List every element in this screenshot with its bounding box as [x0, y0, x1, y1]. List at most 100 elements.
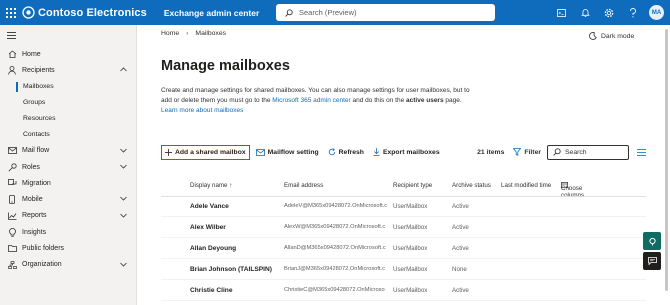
sidebar-item-label: Reports — [22, 212, 47, 220]
email-cell: AllanD@M365x09428072.OnMicrosoft.c — [284, 245, 386, 251]
search-placeholder: Search — [565, 148, 587, 156]
table-header: Display name ↑ Email address Recipient t… — [161, 179, 646, 199]
add-icon — [165, 148, 172, 156]
column-header-display-name[interactable]: Display name ↑ — [190, 182, 232, 189]
sidebar-item-recipients[interactable]: Recipients — [0, 62, 136, 78]
column-header-recipient-type[interactable]: Recipient type — [393, 182, 432, 189]
sidebar-item-groups[interactable]: Groups — [0, 95, 136, 111]
sidebar-item-mailboxes[interactable]: Mailboxes — [0, 79, 136, 95]
table-row[interactable]: Allan Deyoung AllanD@M365x09428072.OnMic… — [161, 239, 646, 259]
table-row[interactable]: Alex Wilber AlexW@M365x09428072.OnMicros… — [161, 218, 646, 238]
sidebar-item-insights[interactable]: Insights — [0, 224, 136, 240]
user-avatar[interactable]: MA — [649, 5, 664, 20]
sidebar-item-reports[interactable]: Reports — [0, 208, 136, 224]
learn-more-link[interactable]: Learn more about mailboxes — [161, 107, 243, 114]
mailbox-search-input[interactable]: Search — [547, 144, 629, 160]
export-mailboxes-label: Export mailboxes — [382, 148, 440, 156]
feedback-button[interactable] — [643, 252, 661, 270]
column-header-archive-status[interactable]: Archive status — [452, 182, 491, 189]
settings-icon[interactable] — [597, 0, 621, 25]
global-search-input[interactable]: Search (Preview) — [276, 4, 495, 21]
organization-icon — [2, 260, 22, 269]
sidebar-item-home[interactable]: Home — [0, 46, 136, 62]
display-name-cell[interactable]: Allan Deyoung — [190, 245, 236, 252]
notifications-icon[interactable] — [573, 0, 597, 25]
sidebar-item-label: Migration — [22, 179, 51, 187]
dark-mode-toggle[interactable]: Dark mode — [589, 32, 634, 40]
sidebar-item-migration[interactable]: Migration — [0, 175, 136, 191]
support-icon — [648, 237, 656, 245]
app-name[interactable]: Exchange admin center — [164, 8, 259, 18]
table-row[interactable]: Brian Johnson (TAILSPIN) BrianJ@M365x094… — [161, 260, 646, 280]
chart-icon — [2, 212, 22, 220]
sidebar-item-mobile[interactable]: Mobile — [0, 191, 136, 207]
hamburger-menu-icon[interactable] — [7, 32, 16, 39]
row-divider — [161, 216, 646, 217]
email-cell: ChristieC@M365x09428072.OnMicroso — [284, 287, 385, 293]
email-cell: AdeleV@M365x09428072.OnMicrosoft.c — [284, 203, 387, 209]
display-name-cell[interactable]: Alex Wilber — [190, 224, 226, 231]
table-row[interactable]: Christie Cline ChristieC@M365x09428072.O… — [161, 281, 646, 301]
table-row[interactable]: Adele Vance AdeleV@M365x09428072.OnMicro… — [161, 197, 646, 217]
add-shared-mailbox-label: Add a shared mailbox — [175, 148, 246, 156]
page-title: Manage mailboxes — [161, 58, 290, 74]
scrollbar-thumb[interactable] — [665, 29, 668, 291]
chevron-down-icon — [120, 148, 127, 153]
refresh-label: Refresh — [338, 148, 364, 156]
sidebar-item-contacts[interactable]: Contacts — [0, 127, 136, 143]
view-options-icon[interactable] — [637, 148, 646, 156]
search-placeholder: Search (Preview) — [299, 8, 357, 17]
sidebar-item-label: Recipients — [22, 66, 55, 74]
vertical-scrollbar[interactable] — [663, 25, 670, 305]
column-header-email[interactable]: Email address — [284, 182, 323, 189]
sidebar-item-mail-flow[interactable]: Mail flow — [0, 143, 136, 159]
sidebar-item-label: Roles — [22, 163, 40, 171]
recipient-type-cell: UserMailbox — [393, 203, 428, 210]
export-mailboxes-button[interactable]: Export mailboxes — [370, 144, 443, 160]
chevron-down-icon — [120, 213, 127, 218]
mail-icon — [2, 147, 22, 155]
sidebar-item-label: Contacts — [23, 131, 50, 139]
item-count: 21 items — [477, 148, 505, 156]
display-name-cell[interactable]: Adele Vance — [190, 203, 229, 210]
column-header-last-modified[interactable]: Last modified time — [501, 182, 551, 189]
filter-label: Filter — [524, 148, 541, 156]
sidebar-item-resources[interactable]: Resources — [0, 111, 136, 127]
filter-button[interactable]: Filter — [513, 148, 541, 156]
brand[interactable]: Contoso Electronics — [22, 6, 147, 19]
brand-name: Contoso Electronics — [38, 6, 147, 19]
main-content: Home › Mailboxes Dark mode Manage mailbo… — [137, 25, 670, 305]
archive-status-cell: Active — [452, 245, 469, 252]
folder-icon — [2, 245, 22, 252]
sidebar-item-organization[interactable]: Organization — [0, 257, 136, 273]
breadcrumb: Home › Mailboxes — [161, 30, 226, 37]
waffle-icon[interactable] — [0, 0, 22, 25]
display-name-cell[interactable]: Christie Cline — [190, 287, 233, 294]
row-divider — [161, 300, 646, 301]
mailflow-setting-button[interactable]: Mailflow setting — [253, 144, 322, 160]
add-shared-mailbox-button[interactable]: Add a shared mailbox — [161, 144, 250, 160]
top-bar: Contoso Electronics Exchange admin cente… — [0, 0, 670, 25]
breadcrumb-home[interactable]: Home — [161, 30, 179, 37]
chat-icon — [647, 257, 657, 265]
lightbulb-icon — [2, 227, 22, 237]
home-icon — [2, 50, 22, 59]
filter-icon — [513, 148, 522, 156]
active-users-text: active users — [406, 97, 444, 105]
choose-columns-button[interactable]: Choose columns — [561, 182, 584, 199]
archive-status-cell: Active — [452, 287, 469, 294]
chevron-right-icon: › — [186, 30, 189, 37]
help-icon[interactable] — [621, 0, 645, 25]
contoso-logo-icon — [22, 6, 35, 19]
refresh-button[interactable]: Refresh — [325, 144, 367, 160]
display-name-cell[interactable]: Brian Johnson (TAILSPIN) — [190, 266, 272, 273]
migration-icon — [2, 179, 22, 187]
m365-admin-center-link[interactable]: Microsoft 365 admin center — [272, 97, 350, 104]
sidebar-item-roles[interactable]: Roles — [0, 159, 136, 175]
archive-status-cell: Active — [452, 203, 469, 210]
dark-mode-label: Dark mode — [601, 32, 635, 40]
sidebar-item-label: Insights — [22, 228, 47, 236]
sidebar-item-public-folders[interactable]: Public folders — [0, 240, 136, 256]
support-assistant-button[interactable] — [643, 232, 661, 250]
terminal-icon[interactable] — [549, 0, 573, 25]
